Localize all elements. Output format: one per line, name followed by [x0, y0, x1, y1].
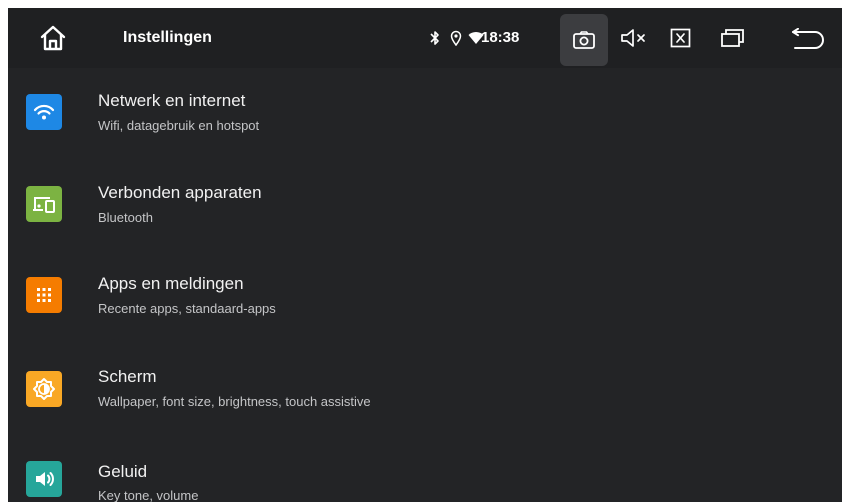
camera-icon — [573, 31, 595, 49]
setting-subtitle: Key tone, volume — [98, 488, 199, 502]
page-title: Instellingen — [123, 29, 212, 46]
recent-apps-icon[interactable] — [720, 28, 746, 48]
status-bar: Instellingen 18:38 — [8, 8, 842, 68]
setting-connected-devices[interactable]: Verbonden apparaten Bluetooth — [8, 161, 842, 241]
devices-icon — [26, 186, 62, 222]
setting-subtitle: Recente apps, standaard-apps — [98, 301, 276, 316]
setting-title: Verbonden apparaten — [98, 183, 262, 202]
apps-grid-icon — [26, 277, 62, 313]
setting-title: Scherm — [98, 367, 157, 386]
home-icon[interactable] — [38, 24, 68, 52]
setting-subtitle: Wifi, datagebruik en hotspot — [98, 118, 260, 133]
settings-screen: Instellingen 18:38 Netwerk en internet W… — [8, 8, 842, 502]
volume-mute-icon[interactable] — [620, 28, 650, 48]
back-icon[interactable] — [791, 27, 827, 50]
setting-subtitle: Wallpaper, font size, brightness, touch … — [98, 394, 371, 409]
clock: 18:38 — [481, 29, 520, 46]
setting-title: Apps en meldingen — [98, 274, 244, 293]
setting-network[interactable]: Netwerk en internet Wifi, datagebruik en… — [8, 68, 842, 148]
setting-title: Netwerk en internet — [98, 91, 246, 110]
location-icon — [450, 30, 462, 46]
bluetooth-icon — [430, 31, 439, 45]
setting-subtitle: Bluetooth — [98, 210, 153, 225]
setting-sound[interactable]: Geluid Key tone, volume — [8, 440, 842, 502]
brightness-icon — [26, 371, 62, 407]
setting-apps[interactable]: Apps en meldingen Recente apps, standaar… — [8, 252, 842, 332]
wifi-icon — [26, 94, 62, 130]
setting-title: Geluid — [98, 462, 148, 481]
close-box-icon[interactable] — [670, 28, 692, 48]
setting-display[interactable]: Scherm Wallpaper, font size, brightness,… — [8, 348, 842, 428]
screenshot-button[interactable] — [560, 14, 608, 66]
speaker-icon — [26, 461, 62, 497]
